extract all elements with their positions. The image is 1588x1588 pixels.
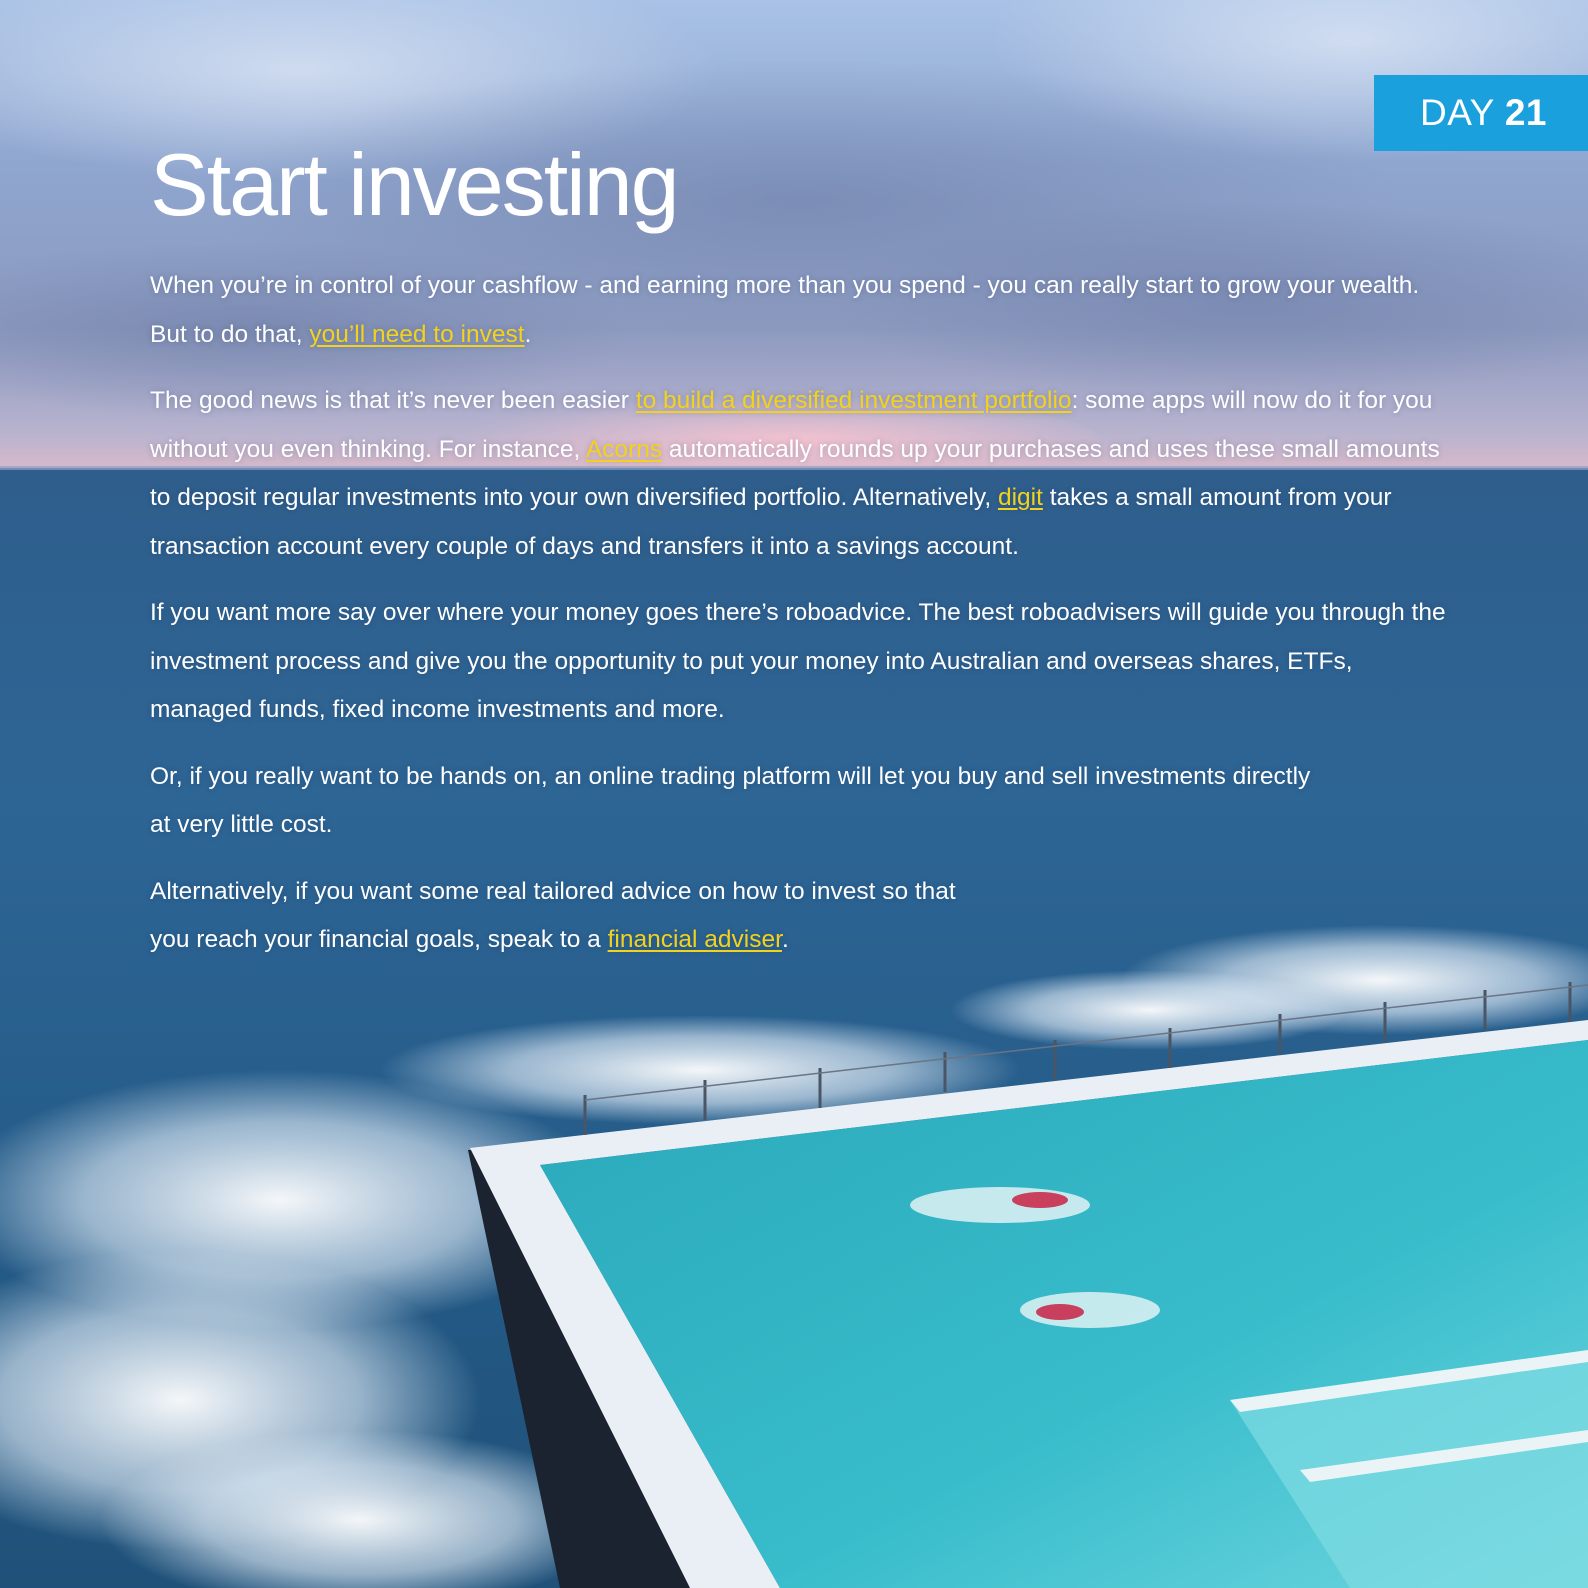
link-acorns[interactable]: Acorns [586, 436, 662, 463]
link-financial-adviser[interactable]: financial adviser [608, 926, 782, 953]
paragraph-intro: When you’re in control of your cashflow … [150, 262, 1450, 359]
link-diversified-portfolio[interactable]: to build a diversified investment portfo… [636, 387, 1072, 414]
link-digit[interactable]: digit [998, 484, 1043, 511]
link-need-to-invest[interactable]: you’ll need to invest [309, 321, 524, 348]
paragraph-trading-platform: Or, if you really want to be hands on, a… [150, 753, 1450, 850]
paragraph-text: Or, if you really want to be hands on, a… [150, 762, 1311, 790]
paragraph-text: at very little cost. [150, 811, 333, 838]
paragraph-text: The good news is that it’s never been ea… [150, 387, 636, 414]
paragraph-financial-adviser: Alternatively, if you want some real tai… [150, 868, 1450, 965]
paragraph-text: you reach your financial goals, speak to… [150, 926, 608, 953]
brochure-page: DAY 21 Start investing When you’re in con… [0, 0, 1588, 1588]
day-badge-number: 21 [1504, 92, 1547, 133]
day-badge-label: DAY [1420, 92, 1495, 133]
paragraph-roboadvice: If you want more say over where your mon… [150, 589, 1450, 735]
page-title: Start investing [150, 135, 680, 234]
paragraph-text: If you want more say over where your mon… [150, 599, 1446, 723]
paragraph-text: . [781, 926, 789, 953]
paragraph-apps: The good news is that it’s never been ea… [150, 377, 1450, 571]
article-content: Start investing When you’re in control o… [150, 130, 1450, 965]
paragraph-text: Alternatively, if you want some real tai… [150, 877, 956, 905]
paragraph-text: . [524, 320, 532, 348]
